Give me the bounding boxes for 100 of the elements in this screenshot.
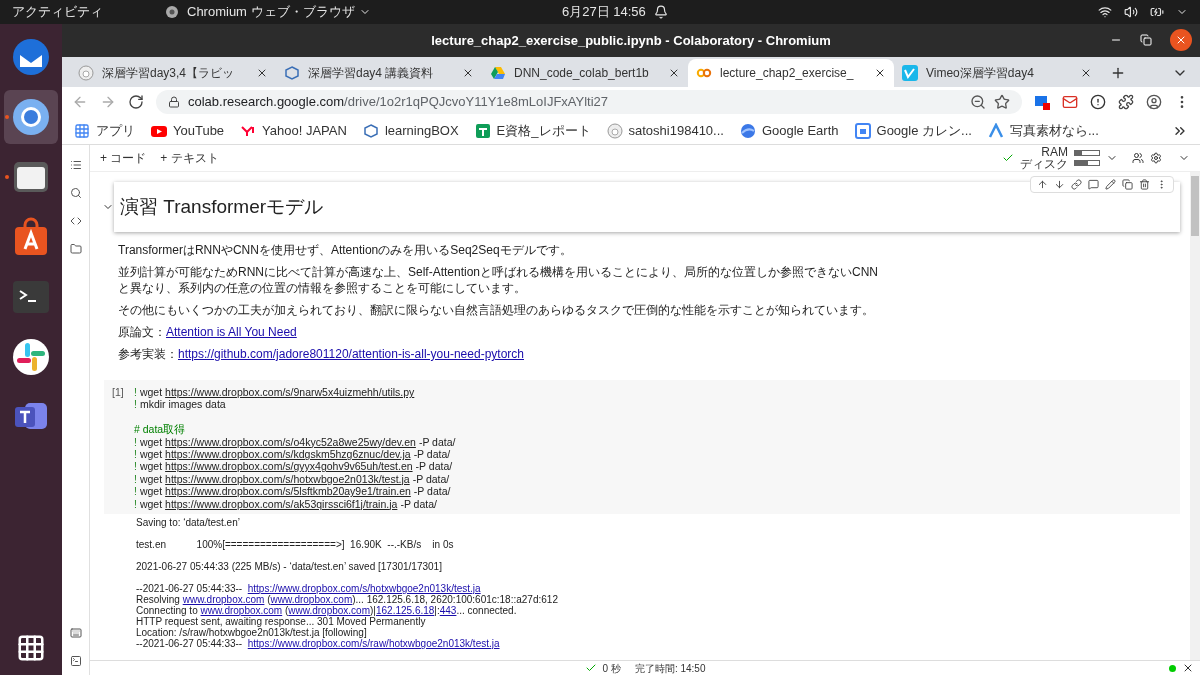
command-arguments: -P data/ — [400, 497, 437, 511]
browser-tab[interactable]: 深層学習day3,4【ラビッ — [70, 59, 276, 87]
bookmark[interactable]: Yahoo! JAPAN — [240, 120, 347, 141]
terminal-icon[interactable] — [69, 655, 82, 667]
link[interactable]: Attention is All You Need — [166, 325, 297, 339]
bookmark[interactable]: E資格_レポート — [474, 120, 591, 141]
wifi-icon[interactable] — [1098, 5, 1112, 19]
code-link[interactable]: https://www.dropbox.com/s/kdgskm5hzg6znuc/dev.ja — [165, 448, 411, 461]
bookmark[interactable]: Google Earth — [739, 120, 839, 141]
extension-icon[interactable] — [1034, 94, 1050, 110]
restore-icon[interactable] — [1140, 34, 1152, 46]
zoom-out-icon[interactable] — [970, 94, 986, 110]
window-title: lecture_chap2_exercise_public.ipynb - Colaboratory - Chromium — [431, 31, 831, 50]
settings-icon[interactable] — [1150, 152, 1162, 164]
profile-icon[interactable] — [1146, 94, 1162, 110]
code-link[interactable]: https://www.dropbox.com/s/o4kyc52a8we25wy/dev.en — [165, 435, 416, 448]
browser-tab[interactable]: 深層学習day4 講義資料 — [276, 59, 482, 87]
cube-icon — [284, 65, 300, 81]
add-code-button[interactable]: + コード — [100, 149, 147, 167]
output-link[interactable]: 162.125.6.18 — [375, 605, 435, 617]
arrow-down-icon[interactable] — [1054, 179, 1065, 190]
volume-icon[interactable] — [1124, 5, 1138, 19]
bookmark[interactable]: Google カレン... — [854, 120, 972, 141]
code-link[interactable]: https://www.dropbox.com/s/hotxwbgoe2n013k/test.ja — [165, 472, 410, 486]
address-bar[interactable]: colab.research.google.com/drive/1o2r1qPQJcvoY11Y1e8mLoIJFxAYlti27 — [156, 90, 1022, 114]
close-icon[interactable] — [668, 67, 680, 79]
bookmark[interactable]: satoshi198410... — [606, 120, 724, 141]
close-icon[interactable] — [1080, 67, 1092, 79]
pencil-icon[interactable] — [1105, 179, 1116, 190]
scrollbar[interactable] — [1190, 172, 1200, 660]
shell-command: wget — [139, 460, 163, 473]
browser-tab[interactable]: DNN_code_colab_bert1b — [482, 59, 688, 87]
output-link[interactable]: www.dropbox.com — [182, 594, 265, 606]
ram-label: RAM — [1041, 146, 1068, 158]
puzzle-icon[interactable] — [1118, 94, 1134, 110]
link-icon[interactable] — [1071, 179, 1082, 190]
apps-grid-icon — [74, 122, 90, 139]
code-link[interactable]: https://www.dropbox.com/s/5lsftkmb20ay9e1/train.en — [165, 485, 411, 498]
command-arguments: -P data/ — [413, 485, 451, 498]
clock[interactable]: 6月27日 14:56 — [562, 2, 646, 22]
mail-icon[interactable] — [1062, 94, 1078, 110]
shell-bang: ! — [134, 386, 137, 399]
a-logo-icon — [987, 122, 1004, 139]
table-of-contents-icon[interactable] — [69, 159, 82, 171]
close-icon[interactable] — [874, 67, 886, 79]
keyboard-icon[interactable] — [69, 627, 82, 639]
cube-icon — [362, 122, 379, 139]
tab-title: 深層学習day3,4【ラビッ — [102, 65, 236, 82]
search-icon[interactable] — [69, 187, 82, 199]
copy-icon[interactable] — [1122, 179, 1133, 190]
code-link[interactable]: https://www.dropbox.com/s/9narw5x4uizmehh/utils.py — [165, 386, 415, 399]
browser-tab[interactable]: lecture_chap2_exercise_ — [688, 59, 894, 87]
shell-command: wget — [139, 386, 163, 399]
code-icon[interactable] — [69, 215, 82, 227]
bookmark[interactable]: YouTube — [151, 120, 225, 141]
bookmark[interactable]: 写真素材なら... — [987, 120, 1099, 141]
reload-icon[interactable] — [128, 94, 144, 110]
code-link[interactable]: https://www.dropbox.com/s/ak53qirssci6f1j/train.ja — [165, 497, 398, 511]
close-button[interactable] — [1170, 29, 1192, 51]
output-text: --2021-06-27 05:44:33-- — [136, 638, 243, 650]
code-link[interactable]: https://www.dropbox.com/s/gyyx4gohv9v65uh/test.en — [165, 460, 413, 473]
output-link[interactable]: https://www.dropbox.com/s/raw/hotxwbgoe2n013k/test.ja — [247, 638, 500, 650]
browser-icon[interactable] — [11, 97, 51, 137]
comment-icon[interactable] — [1088, 179, 1099, 190]
bell-icon[interactable] — [653, 5, 668, 19]
command-arguments: -P data/ — [415, 460, 453, 473]
close-icon[interactable] — [462, 67, 474, 79]
close-icon[interactable] — [256, 67, 268, 79]
arrow-up-icon[interactable] — [1037, 179, 1048, 190]
activities-button[interactable]: アクティビティ — [12, 2, 103, 22]
output-text: Connecting to — [136, 605, 198, 617]
app-menu[interactable]: Chromium ウェブ・ブラウザ — [187, 2, 355, 22]
battery-icon[interactable] — [1150, 5, 1164, 19]
output-link[interactable]: www.dropbox.com — [288, 605, 370, 617]
output-text: ( — [267, 594, 271, 606]
close-icon — [1175, 34, 1187, 46]
people-icon[interactable] — [1132, 152, 1144, 164]
output-link[interactable]: 443 — [439, 605, 457, 617]
alert-icon[interactable] — [1090, 94, 1106, 110]
shell-command: wget — [139, 472, 163, 486]
bookmark[interactable]: アプリ — [74, 120, 135, 141]
penguin-icon — [78, 65, 94, 81]
new-tab-icon[interactable] — [1110, 65, 1126, 81]
add-text-button[interactable]: + テキスト — [160, 149, 219, 167]
code-comment: # data取得 — [134, 423, 187, 436]
sheet-icon — [474, 122, 491, 139]
browser-icon — [165, 5, 179, 19]
output-link[interactable]: www.dropbox.com — [200, 605, 283, 617]
shell-command: wget — [139, 485, 163, 498]
close-icon[interactable] — [1182, 662, 1194, 674]
paragraph: TransformerはRNNやCNNを使用せず、Attentionのみを用いるSeq2Seqモデルです。 — [118, 242, 573, 258]
browser-tab[interactable]: Vimeo深層学習day4 — [894, 59, 1100, 87]
bookmark[interactable]: learningBOX — [362, 120, 459, 141]
star-icon[interactable] — [994, 94, 1010, 110]
hash-logo-icon[interactable] — [11, 337, 51, 377]
trash-icon[interactable] — [1139, 179, 1150, 190]
apps-grid-icon[interactable] — [16, 633, 46, 663]
output-link[interactable]: https://www.dropbox.com/s/hotxwbgoe2n013k/test.ja — [247, 583, 481, 595]
link[interactable]: https://github.com/jadore801120/attention-is-all-you-need-pytorch — [178, 347, 524, 361]
mail-bird-icon[interactable] — [11, 37, 51, 77]
